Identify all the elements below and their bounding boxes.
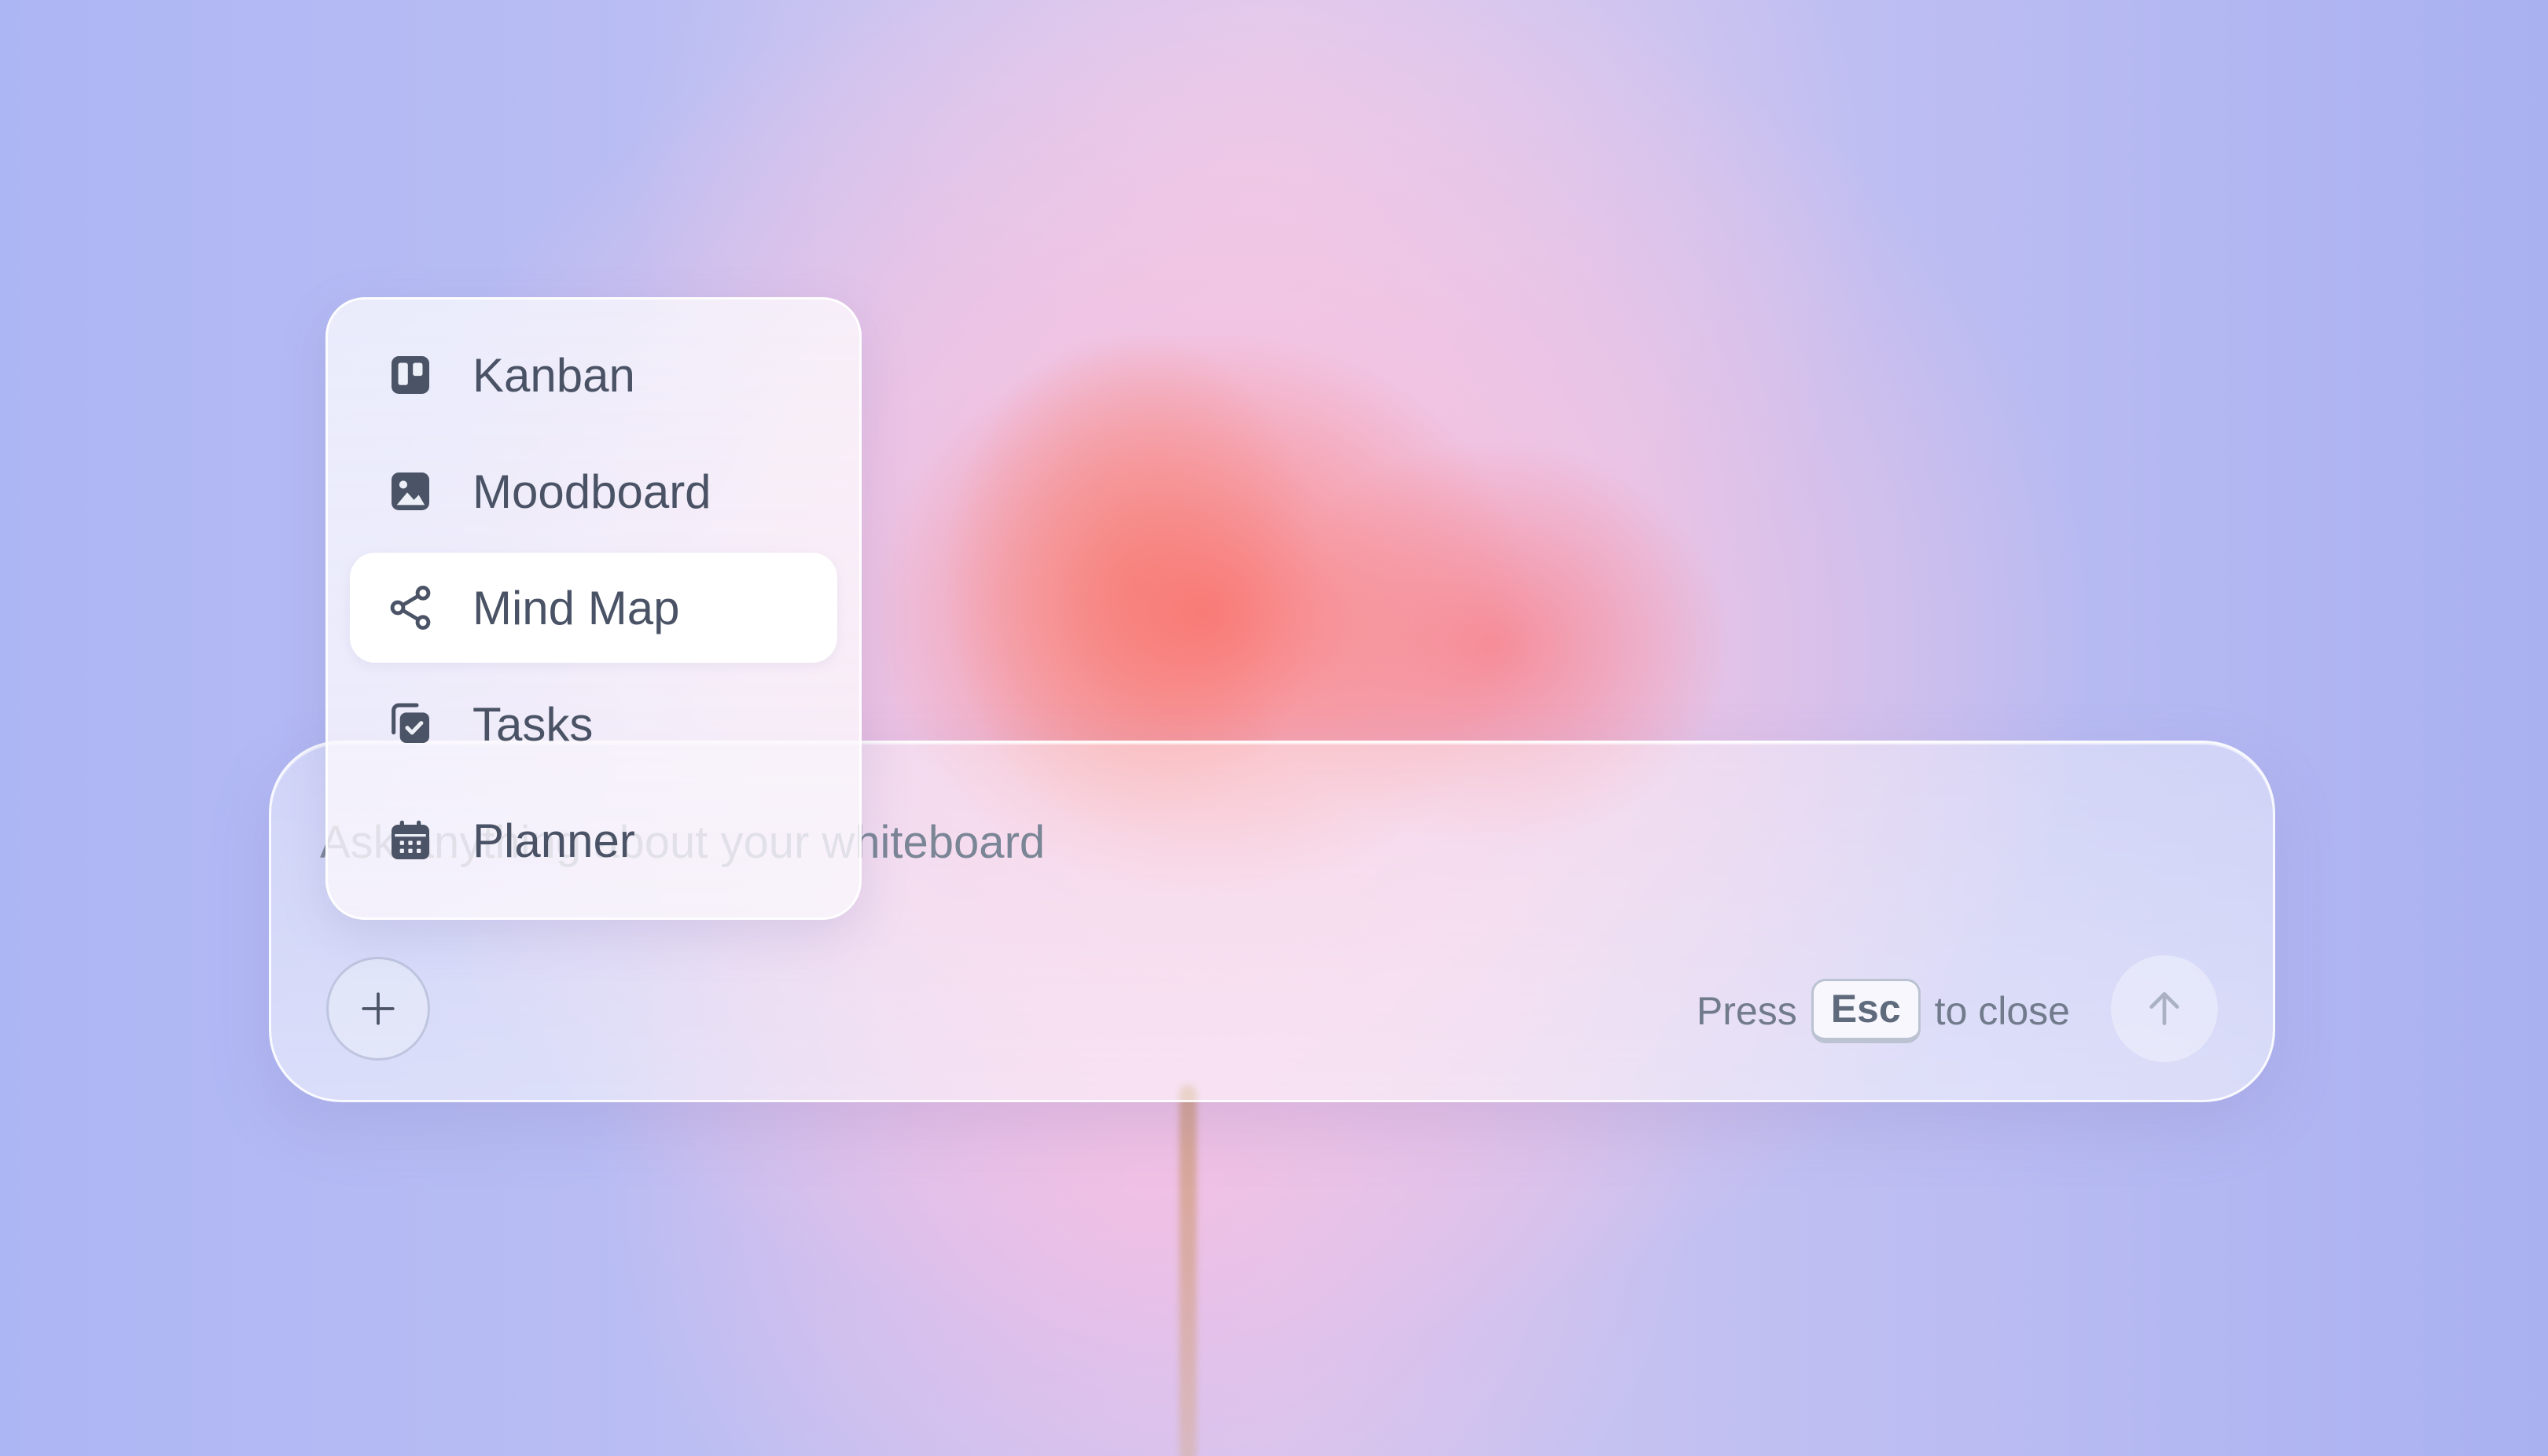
- esc-key-badge: Esc: [1811, 979, 1921, 1043]
- menu-item-kanban[interactable]: Kanban: [350, 320, 837, 430]
- menu-item-moodboard[interactable]: Moodboard: [350, 436, 837, 546]
- app-stage: Press Esc to close Kanban: [0, 0, 2548, 1456]
- hint-suffix: to close: [1934, 989, 2070, 1033]
- close-hint: Press Esc to close: [1697, 979, 2070, 1043]
- image-icon: [384, 465, 436, 517]
- task-check-icon: [384, 698, 436, 750]
- menu-item-label: Tasks: [472, 697, 594, 751]
- menu-item-mind-map[interactable]: Mind Map: [350, 553, 837, 663]
- menu-item-tasks[interactable]: Tasks: [350, 669, 837, 779]
- send-button[interactable]: [2111, 955, 2218, 1062]
- insert-menu: Kanban Moodboard Mind Map Tasks Planner: [325, 297, 862, 920]
- hint-prefix: Press: [1696, 989, 1797, 1033]
- kanban-icon: [384, 349, 436, 401]
- background-stem: [1179, 1085, 1197, 1456]
- menu-item-label: Moodboard: [472, 465, 711, 518]
- arrow-up-icon: [2149, 992, 2179, 1025]
- menu-item-label: Planner: [472, 814, 635, 867]
- add-button[interactable]: [326, 957, 430, 1061]
- menu-item-label: Mind Map: [472, 581, 680, 634]
- menu-item-planner[interactable]: Planner: [350, 785, 837, 895]
- menu-item-label: Kanban: [472, 348, 635, 402]
- plus-icon: [362, 992, 395, 1025]
- share-nodes-icon: [384, 582, 436, 634]
- calendar-icon: [384, 814, 436, 866]
